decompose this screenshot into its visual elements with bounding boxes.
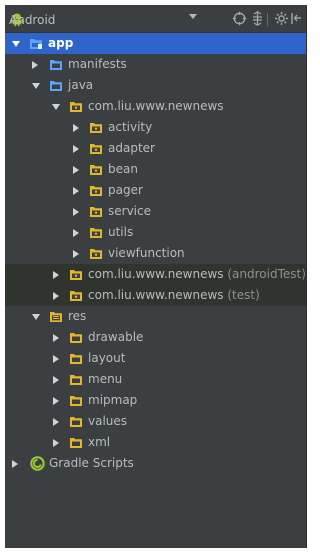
tree-item-label: app — [48, 36, 74, 50]
chevron-right-icon[interactable] — [73, 145, 79, 153]
tree-item-label: com.liu.www.newnews (test) — [88, 288, 260, 303]
resource-folder-icon — [49, 310, 63, 323]
tree-item-label: res — [68, 309, 87, 323]
tree-item-package-test[interactable]: com.liu.www.newnews (test) — [5, 285, 306, 306]
tree-item-package-android-test[interactable]: com.liu.www.newnews (androidTest) — [5, 264, 306, 285]
tree-item-mipmap[interactable]: mipmap — [5, 390, 306, 411]
tree-item-label: pager — [108, 183, 143, 197]
chevron-down-icon[interactable] — [52, 104, 60, 110]
package-suffix: (androidTest) — [227, 267, 306, 281]
package-icon — [89, 205, 103, 218]
tree-item-bean[interactable]: bean — [5, 159, 306, 180]
chevron-down-icon[interactable] — [32, 314, 40, 320]
tree-item-label: mipmap — [88, 393, 138, 407]
folder-icon — [69, 394, 83, 407]
tree-item-layout[interactable]: layout — [5, 348, 306, 369]
package-name: com.liu.www.newnews — [88, 267, 224, 281]
tree-item-gradle-scripts[interactable]: Gradle Scripts — [5, 453, 306, 474]
tree-item-app[interactable]: app — [5, 33, 306, 54]
chevron-right-icon[interactable] — [53, 271, 59, 279]
tree-item-activity[interactable]: activity — [5, 117, 306, 138]
chevron-down-icon — [189, 14, 197, 19]
folder-icon — [69, 373, 83, 386]
tree-item-label: layout — [88, 351, 126, 365]
chevron-down-icon[interactable] — [32, 83, 40, 89]
chevron-right-icon[interactable] — [12, 460, 18, 468]
chevron-right-icon[interactable] — [73, 229, 79, 237]
chevron-right-icon[interactable] — [32, 61, 38, 69]
chevron-right-icon[interactable] — [53, 397, 59, 405]
tree-item-label: java — [68, 78, 94, 92]
package-icon — [89, 247, 103, 260]
folder-icon — [69, 352, 83, 365]
tree-item-label: com.liu.www.newnews — [88, 99, 224, 113]
chevron-right-icon[interactable] — [73, 166, 79, 174]
tree-item-label: activity — [108, 120, 153, 134]
folder-icon — [49, 58, 63, 71]
tree-item-res[interactable]: res — [5, 306, 306, 327]
chevron-right-icon[interactable] — [53, 292, 59, 300]
chevron-right-icon[interactable] — [53, 355, 59, 363]
package-icon — [69, 100, 83, 113]
tree-item-xml[interactable]: xml — [5, 432, 306, 453]
tree-item-drawable[interactable]: drawable — [5, 327, 306, 348]
tree-item-java[interactable]: java — [5, 75, 306, 96]
package-icon — [89, 184, 103, 197]
package-suffix: (test) — [227, 288, 260, 302]
package-icon — [89, 142, 103, 155]
gradle-icon — [30, 456, 45, 471]
tree-item-package-main[interactable]: com.liu.www.newnews — [5, 96, 306, 117]
tree-item-pager[interactable]: pager — [5, 180, 306, 201]
package-icon — [89, 121, 103, 134]
hide-icon[interactable] — [290, 10, 302, 27]
chevron-right-icon[interactable] — [53, 376, 59, 384]
tree-item-label: Gradle Scripts — [49, 456, 134, 470]
chevron-right-icon[interactable] — [73, 187, 79, 195]
package-name: com.liu.www.newnews — [88, 288, 224, 302]
tree-item-label: com.liu.www.newnews (androidTest) — [88, 267, 306, 282]
package-icon — [89, 163, 103, 176]
folder-icon — [49, 79, 63, 92]
tree-item-label: bean — [108, 162, 138, 176]
folder-icon — [69, 415, 83, 428]
package-icon — [69, 268, 83, 281]
chevron-right-icon[interactable] — [53, 418, 59, 426]
tree-item-values[interactable]: values — [5, 411, 306, 432]
tree-item-label: menu — [88, 372, 123, 386]
tree-item-label: manifests — [68, 57, 127, 71]
project-tree: app manifests java com.liu.www.newnews a… — [5, 33, 306, 548]
chevron-down-icon[interactable] — [12, 41, 20, 47]
tree-item-label: adapter — [108, 141, 155, 155]
tree-item-utils[interactable]: utils — [5, 222, 306, 243]
module-folder-icon — [29, 37, 43, 50]
tree-item-label: service — [108, 204, 151, 218]
project-toolbar: Android — [5, 5, 306, 33]
tree-item-label: drawable — [88, 330, 144, 344]
project-panel: Android app manifests java com.liu.www.n… — [5, 5, 307, 548]
chevron-right-icon[interactable] — [73, 250, 79, 258]
tree-item-label: values — [88, 414, 128, 428]
chevron-right-icon[interactable] — [73, 208, 79, 216]
tree-item-label: viewfunction — [108, 246, 185, 260]
tree-item-manifests[interactable]: manifests — [5, 54, 306, 75]
tree-item-service[interactable]: service — [5, 201, 306, 222]
toolbar-separator — [267, 13, 268, 26]
tree-item-menu[interactable]: menu — [5, 369, 306, 390]
tree-item-viewfunction[interactable]: viewfunction — [5, 243, 306, 264]
chevron-right-icon[interactable] — [73, 124, 79, 132]
tree-item-label: utils — [108, 225, 134, 239]
project-view-label: Android — [9, 13, 56, 27]
chevron-right-icon[interactable] — [53, 439, 59, 447]
tree-item-label: xml — [88, 435, 111, 449]
package-icon — [89, 226, 103, 239]
chevron-right-icon[interactable] — [53, 334, 59, 342]
folder-icon — [69, 436, 83, 449]
tree-item-adapter[interactable]: adapter — [5, 138, 306, 159]
collapse-icon[interactable] — [249, 10, 266, 27]
gear-icon[interactable] — [273, 10, 290, 27]
project-view-selector[interactable]: Android — [9, 10, 205, 28]
target-icon[interactable] — [231, 10, 248, 27]
folder-icon — [69, 331, 83, 344]
package-icon — [69, 289, 83, 302]
